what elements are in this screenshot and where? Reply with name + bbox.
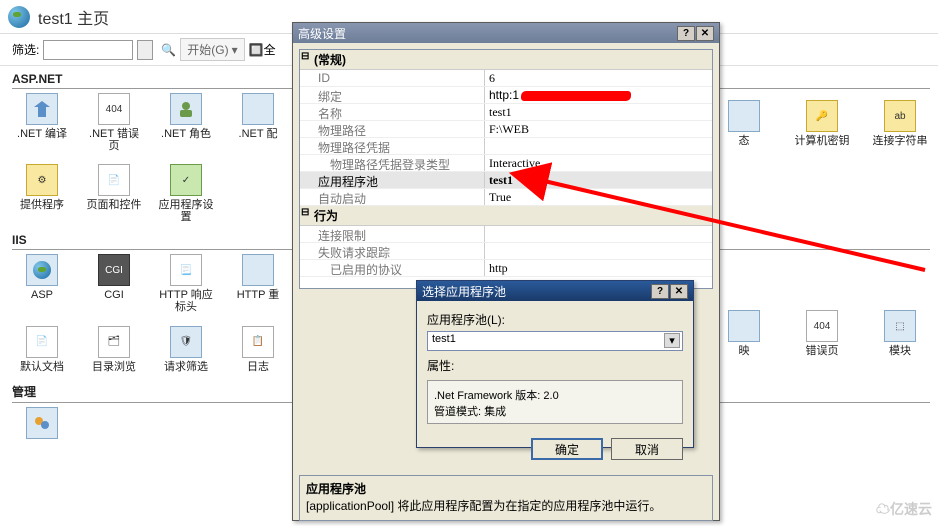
right-icons-2: 映 404错误页 ⬚模块 xyxy=(714,310,930,357)
feature-asp[interactable]: ASP xyxy=(12,254,72,313)
pool-help-button[interactable]: ? xyxy=(651,284,669,299)
feature-request-filter[interactable]: 🛡请求筛选 xyxy=(156,326,216,373)
filter-dropdown[interactable] xyxy=(137,40,153,60)
feature-http-headers[interactable]: 📃HTTP 响应标头 xyxy=(156,254,216,313)
ok-button[interactable]: 确定 xyxy=(531,438,603,460)
val-apppool[interactable]: test1 xyxy=(485,172,712,188)
page-title: test1 主页 xyxy=(38,5,109,29)
properties-box: .Net Framework 版本: 2.0 管道模式: 集成 xyxy=(427,380,683,424)
val-connlim[interactable] xyxy=(485,226,712,242)
close-button[interactable]: ✕ xyxy=(696,26,714,41)
pool-dialog-title: 选择应用程序池 xyxy=(422,283,506,300)
feature-mgmt-item[interactable] xyxy=(12,407,72,442)
feature-modules[interactable]: ⬚模块 xyxy=(870,310,930,357)
select-apppool-dialog: 选择应用程序池 ? ✕ 应用程序池(L): test1 属性: .Net Fra… xyxy=(416,280,694,448)
apppool-select[interactable]: test1 xyxy=(427,331,683,351)
cancel-button[interactable]: 取消 xyxy=(611,438,683,460)
val-binding[interactable]: http:1 xyxy=(485,87,712,103)
pipeline-mode: 管道模式: 集成 xyxy=(434,403,676,419)
redaction-icon xyxy=(521,91,631,101)
feature-mapping[interactable]: 映 xyxy=(714,310,774,357)
feature-appsettings[interactable]: ✓应用程序设置 xyxy=(156,164,216,223)
start-button[interactable]: 开始(G) ▾ xyxy=(180,38,244,61)
filter-input[interactable] xyxy=(43,40,133,60)
help-button[interactable]: ? xyxy=(677,26,695,41)
watermark: ☁亿速云 xyxy=(876,499,932,519)
feature-net-profile[interactable]: .NET 配 xyxy=(228,93,288,152)
val-autostart[interactable]: True xyxy=(485,189,712,205)
feature-pages[interactable]: 📄页面和控件 xyxy=(84,164,144,223)
desc-title: 应用程序池 xyxy=(306,480,706,497)
pool-close-button[interactable]: ✕ xyxy=(670,284,688,299)
feature-dir-browse[interactable]: 🗂目录浏览 xyxy=(84,326,144,373)
feature-conn-string[interactable]: ab连接字符串 xyxy=(870,100,930,147)
val-id[interactable]: 6 xyxy=(485,70,712,86)
framework-version: .Net Framework 版本: 2.0 xyxy=(434,387,676,403)
right-icons-1: 态 🔑计算机密钥 ab连接字符串 xyxy=(714,100,930,147)
val-logon[interactable]: Interactive xyxy=(485,155,712,171)
dialog-titlebar[interactable]: 高级设置 ? ✕ xyxy=(293,23,719,43)
feature-state[interactable]: 态 xyxy=(714,100,774,147)
feature-net-errors[interactable]: 404.NET 错误页 xyxy=(84,93,144,152)
category-general[interactable]: (常规) xyxy=(300,50,712,70)
feature-net-compile[interactable]: .NET 编译 xyxy=(12,93,72,152)
val-failreq[interactable] xyxy=(485,243,712,259)
val-cred[interactable] xyxy=(485,138,712,154)
pool-label: 应用程序池(L): xyxy=(427,311,683,328)
feature-net-roles[interactable]: .NET 角色 xyxy=(156,93,216,152)
site-icon xyxy=(8,6,30,28)
feature-machine-key[interactable]: 🔑计算机密钥 xyxy=(792,100,852,147)
feature-error-pages[interactable]: 404错误页 xyxy=(792,310,852,357)
val-path[interactable]: F:\WEB xyxy=(485,121,712,137)
feature-cgi[interactable]: CGICGI xyxy=(84,254,144,313)
dialog-title: 高级设置 xyxy=(298,25,346,42)
feature-http-redirect[interactable]: HTTP 重 xyxy=(228,254,288,313)
val-name[interactable]: test1 xyxy=(485,104,712,120)
desc-text: [applicationPool] 将此应用程序配置为在指定的应用程序池中运行。 xyxy=(306,497,706,514)
pool-dialog-titlebar[interactable]: 选择应用程序池 ? ✕ xyxy=(417,281,693,301)
filter-label: 筛选: xyxy=(12,41,39,58)
feature-providers[interactable]: ⚙提供程序 xyxy=(12,164,72,223)
description-panel: 应用程序池 [applicationPool] 将此应用程序配置为在指定的应用程… xyxy=(299,475,713,521)
feature-default-doc[interactable]: 📄默认文档 xyxy=(12,326,72,373)
val-protocols[interactable]: http xyxy=(485,260,712,276)
properties-label: 属性: xyxy=(427,357,683,374)
feature-logging[interactable]: 📋日志 xyxy=(228,326,288,373)
binoculars-icon: 🔍 xyxy=(161,43,176,57)
property-grid[interactable]: (常规) ID6 绑定http:1 名称test1 物理路径F:\WEB 物理路… xyxy=(299,49,713,289)
category-behavior[interactable]: 行为 xyxy=(300,206,712,226)
showall-button[interactable]: 🔲全 xyxy=(249,41,276,58)
